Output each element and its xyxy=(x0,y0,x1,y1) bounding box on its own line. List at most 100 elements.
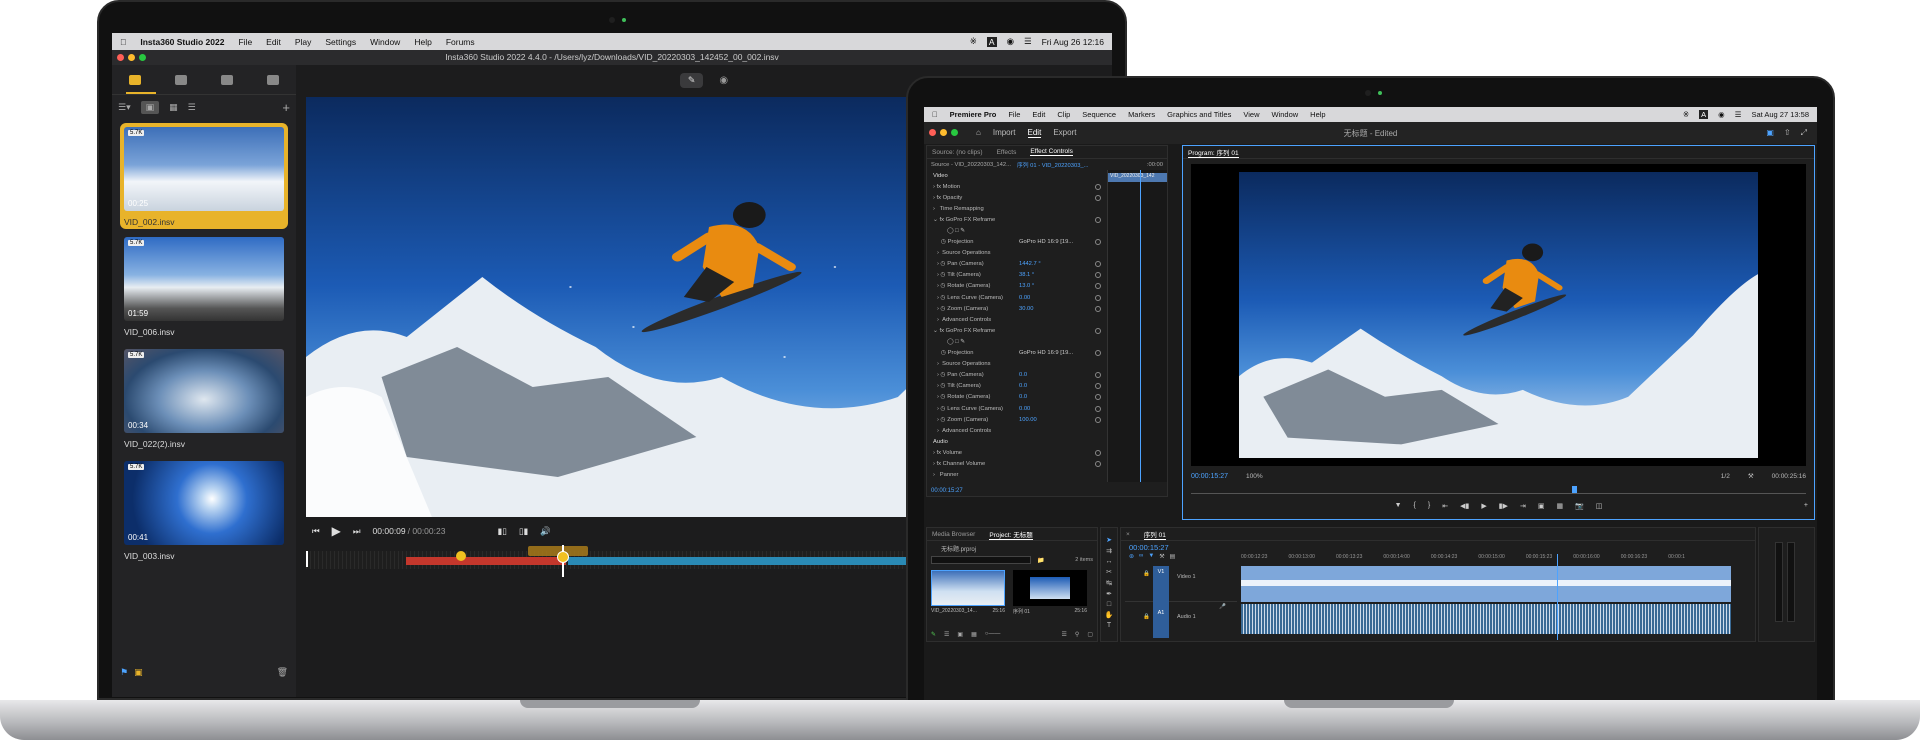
ec-row[interactable]: › Advanced Controls xyxy=(927,425,1105,436)
playhead-knob[interactable] xyxy=(557,551,569,563)
trim-start-icon[interactable]: ▮▯ xyxy=(497,526,506,537)
menu-graphics[interactable]: Graphics and Titles xyxy=(1167,110,1231,119)
play-icon[interactable]: ▶ xyxy=(1481,502,1486,514)
menu-play[interactable]: Play xyxy=(295,37,312,47)
video-clip[interactable] xyxy=(1241,566,1731,602)
program-viewer[interactable] xyxy=(1191,164,1806,466)
step-forward-icon[interactable]: ▮▶ xyxy=(1499,502,1508,514)
ec-row[interactable]: › ◷ Pan (Camera) 1442.7 ° xyxy=(927,259,1105,270)
freeform-view-icon[interactable]: ▦ xyxy=(971,631,977,638)
slip-tool-icon[interactable]: ↹ xyxy=(1106,579,1112,587)
pencil-icon[interactable]: ✎ xyxy=(931,631,936,638)
step-back-icon[interactable]: ◀▮ xyxy=(1460,502,1469,514)
captions-icon[interactable]: ▤ xyxy=(1170,553,1176,560)
menu-forums[interactable]: Forums xyxy=(446,37,475,47)
ec-row[interactable]: › ◷ Lens Curve (Camera) 0.00 xyxy=(927,292,1105,303)
ec-row[interactable]: › ◷ Rotate (Camera) 0.0 xyxy=(927,392,1105,403)
ec-playhead[interactable] xyxy=(1140,170,1141,482)
ec-row[interactable]: ⌄ fx GoPro FX Reframe xyxy=(927,214,1105,225)
razor-icon[interactable]: ✂ xyxy=(1106,568,1112,576)
menu-settings[interactable]: Settings xyxy=(325,37,356,47)
zoom-slider[interactable]: ○—— xyxy=(985,631,1001,638)
ec-row[interactable]: › Source Operations xyxy=(927,248,1105,259)
volume-icon[interactable]: 🔊 xyxy=(540,526,551,537)
ec-row[interactable]: › Advanced Controls xyxy=(927,314,1105,325)
play-icon[interactable]: ▶ xyxy=(332,524,341,538)
ec-row[interactable]: › ◷ Rotate (Camera) 13.0 ° xyxy=(927,281,1105,292)
audio-track-header[interactable]: 🔒 A1 Audio 1 🎤 xyxy=(1125,602,1237,638)
ec-row[interactable]: › fx Volume xyxy=(927,447,1105,458)
menu-window[interactable]: Window xyxy=(370,37,400,47)
trim-end-icon[interactable]: ▯▮ xyxy=(519,526,528,537)
track-select-icon[interactable]: ⇉ xyxy=(1106,547,1112,555)
timeline-timecode[interactable]: 00:00:15:27 xyxy=(1129,543,1169,552)
search-icon[interactable]: ⚲ xyxy=(1075,631,1079,638)
close-window-button[interactable] xyxy=(929,129,936,136)
project-item[interactable]: VID_20220303_14... 25:16 xyxy=(931,570,1005,615)
icon-view-icon[interactable]: ▣ xyxy=(957,631,963,638)
grid-view-icon[interactable]: ▦ xyxy=(169,102,178,113)
project-item[interactable]: 序列 01 25:16 xyxy=(1013,570,1087,615)
ec-timecode[interactable]: 00:00:15:27 xyxy=(931,488,963,494)
ec-row[interactable]: › fx Opacity xyxy=(927,192,1105,203)
tab-effects[interactable]: Effects xyxy=(997,149,1017,156)
program-timecode[interactable]: 00:00:15:27 xyxy=(1191,473,1228,480)
rectangle-tool-icon[interactable]: □ xyxy=(1107,601,1111,608)
lift-icon[interactable]: ▣ xyxy=(1538,502,1545,514)
control-center-icon[interactable]: ☰ xyxy=(1735,110,1742,119)
tab-effect-controls[interactable]: Effect Controls xyxy=(1030,148,1073,156)
lock-icon[interactable]: 🔒 xyxy=(1143,614,1150,620)
zoom-window-button[interactable] xyxy=(951,129,958,136)
close-icon[interactable]: × xyxy=(1126,531,1130,538)
ec-row[interactable]: › Panner xyxy=(927,470,1105,481)
ec-row[interactable]: ◯ □ ✎ xyxy=(927,336,1105,347)
menu-file[interactable]: File xyxy=(238,37,252,47)
extract-icon[interactable]: ▦ xyxy=(1556,502,1563,514)
minimize-window-button[interactable] xyxy=(128,54,135,61)
ec-clip-bar[interactable]: VID_20220303_142 xyxy=(1108,173,1167,182)
tab-export[interactable]: Export xyxy=(1053,128,1076,138)
wifi-icon[interactable]: ◉ xyxy=(1718,110,1725,119)
preview-eye-icon[interactable]: ◉ xyxy=(719,75,728,86)
folder-icon[interactable] xyxy=(221,74,233,85)
ec-row[interactable]: › ◷ Tilt (Camera) 0.0 xyxy=(927,381,1105,392)
hand-tool-icon[interactable]: ✋ xyxy=(1105,611,1114,619)
linked-selection-icon[interactable]: ∞ xyxy=(1139,553,1143,560)
ec-row[interactable]: › ◷ Lens Curve (Camera) 0.00 xyxy=(927,403,1105,414)
track-target-v1[interactable]: V1 xyxy=(1153,566,1169,602)
edit-mode-icon[interactable]: ✎ xyxy=(679,72,704,88)
go-to-out-icon[interactable]: ⇥ xyxy=(1520,502,1526,514)
tab-program[interactable]: Program: 序列 01 xyxy=(1188,147,1239,158)
menubar-clock[interactable]: Sat Aug 27 13:58 xyxy=(1751,110,1809,119)
ec-row[interactable]: › Time Remapping xyxy=(927,203,1105,214)
zoom-level[interactable]: 100% xyxy=(1246,473,1263,480)
previous-icon[interactable]: ⏮ xyxy=(312,526,320,537)
new-bin-icon[interactable]: 📁 xyxy=(1037,557,1044,564)
tab-import[interactable]: Import xyxy=(993,128,1016,138)
menu-help[interactable]: Help xyxy=(1310,110,1325,119)
settings-wrench-icon[interactable]: ⚒ xyxy=(1159,553,1164,560)
ec-row[interactable]: Video xyxy=(927,170,1105,181)
ec-row[interactable]: › ◷ Tilt (Camera) 38.1 ° xyxy=(927,270,1105,281)
close-window-button[interactable] xyxy=(117,54,124,61)
tab-edit[interactable]: Edit xyxy=(1027,128,1042,138)
ec-mini-timeline[interactable]: VID_20220303_142 xyxy=(1107,170,1167,482)
menu-markers[interactable]: Markers xyxy=(1128,110,1155,119)
share-icon[interactable]: ⇧ xyxy=(1784,128,1791,138)
clip-item[interactable]: 5.7K 00:25 VID_002.insv xyxy=(120,123,288,229)
album-icon[interactable] xyxy=(129,74,141,85)
ec-row[interactable]: Audio xyxy=(927,436,1105,447)
home-icon[interactable]: ⌂ xyxy=(976,128,981,138)
tab-sequence[interactable]: 序列 01 xyxy=(1143,529,1166,540)
menubar-app-name[interactable]: Premiere Pro xyxy=(950,110,997,119)
zoom-window-button[interactable] xyxy=(139,54,146,61)
program-playhead[interactable] xyxy=(1572,486,1578,493)
menu-sequence[interactable]: Sequence xyxy=(1082,110,1116,119)
trash-icon[interactable]: 🗑 xyxy=(277,667,288,679)
control-center-icon[interactable]: ☰ xyxy=(1024,36,1032,47)
export-list-icon[interactable] xyxy=(267,74,279,85)
gallery-icon[interactable]: ▣ xyxy=(134,667,143,679)
menubar-app-name[interactable]: Insta360 Studio 2022 xyxy=(140,37,224,47)
project-search-input[interactable] xyxy=(931,556,1031,564)
tab-media-browser[interactable]: Media Browser xyxy=(932,531,975,538)
